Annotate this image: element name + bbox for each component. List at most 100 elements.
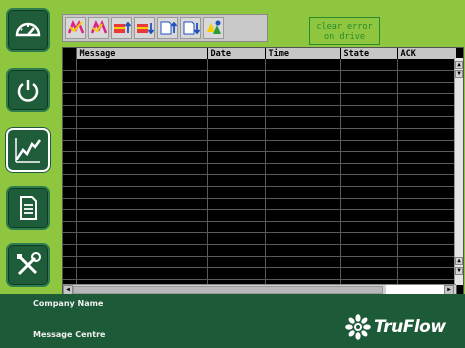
table-cell[interactable] [397, 116, 457, 130]
table-cell[interactable] [265, 198, 341, 211]
table-cell[interactable] [207, 105, 266, 118]
table-cell[interactable] [207, 59, 266, 72]
table-cell[interactable] [340, 59, 398, 72]
table-cell[interactable] [397, 59, 457, 72]
table-cell[interactable] [340, 93, 398, 106]
row-header-cell[interactable] [63, 186, 77, 199]
horizontal-scroll-thumb[interactable] [73, 286, 383, 294]
page-down-button[interactable] [180, 17, 201, 39]
table-cell[interactable] [76, 163, 208, 176]
column-header-date[interactable]: Date [207, 48, 266, 59]
table-row[interactable] [63, 186, 457, 199]
sidebar-item-settings[interactable] [6, 243, 50, 287]
table-row[interactable] [63, 221, 457, 234]
table-cell[interactable] [76, 267, 208, 280]
row-header-cell[interactable] [63, 128, 77, 141]
table-cell[interactable] [397, 232, 457, 245]
row-header-cell[interactable] [63, 70, 77, 83]
acknowledge-all-button[interactable] [88, 17, 109, 39]
table-cell[interactable] [340, 198, 398, 211]
row-header-cell[interactable] [63, 140, 77, 153]
table-cell[interactable] [76, 82, 208, 95]
table-cell[interactable] [265, 221, 341, 234]
table-row[interactable] [63, 198, 457, 211]
table-cell[interactable] [207, 186, 266, 199]
row-header-cell[interactable] [63, 116, 77, 130]
table-cell[interactable] [265, 59, 341, 72]
table-cell[interactable] [265, 174, 341, 188]
table-row[interactable] [63, 244, 457, 257]
acknowledge-button[interactable] [65, 17, 86, 39]
table-cell[interactable] [265, 256, 341, 269]
table-cell[interactable] [397, 174, 457, 188]
table-cell[interactable] [397, 256, 457, 269]
table-cell[interactable] [76, 256, 208, 269]
row-header-cell[interactable] [63, 163, 77, 176]
table-cell[interactable] [340, 82, 398, 95]
table-row[interactable] [63, 128, 457, 141]
scroll-up-arrow-icon[interactable]: ▼ [455, 70, 463, 78]
table-row[interactable] [63, 209, 457, 222]
table-cell[interactable] [207, 232, 266, 245]
table-cell[interactable] [397, 209, 457, 222]
table-cell[interactable] [265, 70, 341, 83]
table-cell[interactable] [340, 267, 398, 280]
table-cell[interactable] [76, 209, 208, 222]
table-cell[interactable] [76, 116, 208, 130]
table-row[interactable] [63, 267, 457, 280]
table-cell[interactable] [340, 163, 398, 176]
table-cell[interactable] [397, 105, 457, 118]
table-row[interactable] [63, 151, 457, 164]
table-cell[interactable] [265, 186, 341, 199]
table-cell[interactable] [397, 82, 457, 95]
table-cell[interactable] [76, 59, 208, 72]
table-row[interactable] [63, 174, 457, 188]
table-cell[interactable] [340, 244, 398, 257]
table-cell[interactable] [265, 151, 341, 164]
sidebar-item-power[interactable] [6, 68, 50, 112]
table-cell[interactable] [76, 244, 208, 257]
table-cell[interactable] [397, 128, 457, 141]
row-header-cell[interactable] [63, 93, 77, 106]
table-cell[interactable] [76, 70, 208, 83]
table-cell[interactable] [397, 244, 457, 257]
scroll-down-upper-icon[interactable]: ▲ [455, 257, 463, 265]
table-cell[interactable] [397, 140, 457, 153]
table-cell[interactable] [397, 93, 457, 106]
table-cell[interactable] [76, 174, 208, 188]
table-cell[interactable] [397, 163, 457, 176]
table-cell[interactable] [340, 151, 398, 164]
table-cell[interactable] [207, 174, 266, 188]
table-cell[interactable] [265, 163, 341, 176]
row-header-cell[interactable] [63, 82, 77, 95]
table-cell[interactable] [207, 93, 266, 106]
table-cell[interactable] [207, 163, 266, 176]
table-cell[interactable] [207, 116, 266, 130]
sidebar-item-reports[interactable] [6, 186, 50, 230]
vertical-scrollbar[interactable]: ▲ ▼ ▲ ▼ [454, 58, 463, 285]
table-cell[interactable] [397, 198, 457, 211]
table-row[interactable] [63, 163, 457, 176]
clear-error-button[interactable]: clear error on drive [309, 17, 380, 45]
table-cell[interactable] [76, 140, 208, 153]
table-cell[interactable] [397, 70, 457, 83]
table-cell[interactable] [76, 198, 208, 211]
column-header-message[interactable]: Message [76, 48, 208, 59]
table-cell[interactable] [340, 70, 398, 83]
table-cell[interactable] [265, 116, 341, 130]
table-cell[interactable] [76, 105, 208, 118]
table-cell[interactable] [207, 151, 266, 164]
table-cell[interactable] [397, 151, 457, 164]
row-header-cell[interactable] [63, 256, 77, 269]
table-cell[interactable] [76, 128, 208, 141]
table-cell[interactable] [340, 232, 398, 245]
sidebar-item-dashboard[interactable] [6, 8, 50, 52]
table-cell[interactable] [207, 140, 266, 153]
table-cell[interactable] [76, 186, 208, 199]
table-cell[interactable] [265, 267, 341, 280]
row-header-cell[interactable] [63, 198, 77, 211]
scroll-down-icon[interactable]: ▼ [455, 267, 463, 275]
row-header-cell[interactable] [63, 267, 77, 280]
table-cell[interactable] [76, 232, 208, 245]
column-header-state[interactable]: State [340, 48, 398, 59]
